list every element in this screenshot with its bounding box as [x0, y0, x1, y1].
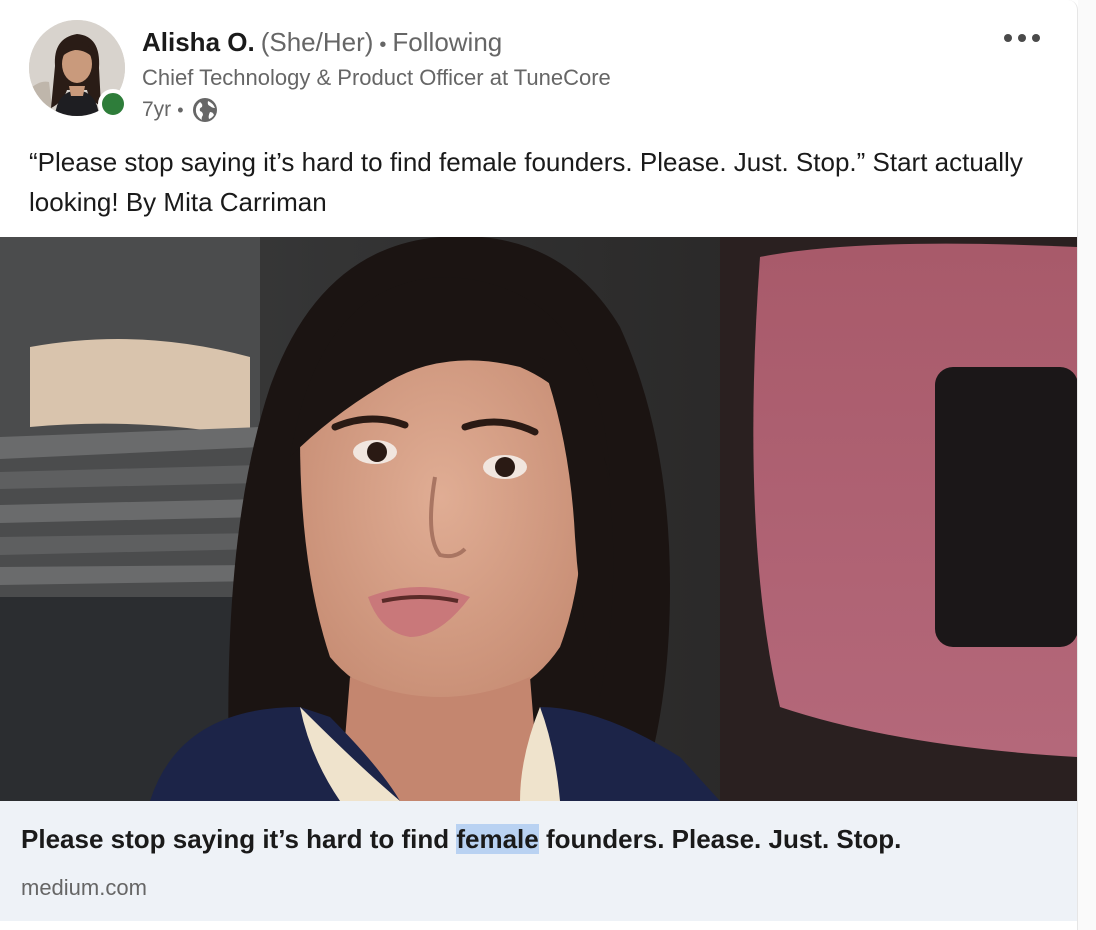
post-commentary: “Please stop saying it’s hard to find fe… — [29, 147, 1023, 217]
link-preview-title[interactable]: Please stop saying it’s hard to find fem… — [21, 819, 901, 859]
post-age[interactable]: 7yr — [142, 96, 171, 124]
online-status-badge — [98, 89, 128, 119]
link-preview-source: medium.com — [21, 875, 147, 900]
post-meta: 7yr • — [142, 96, 219, 124]
preview-photo — [0, 237, 1077, 801]
link-preview-footer[interactable]: Please stop saying it’s hard to find fem… — [0, 801, 1077, 921]
page-scroll-edge — [1078, 0, 1096, 930]
post-header: Alisha O. (She/Her) • Following Chief Techn… — [29, 20, 1059, 122]
more-options-button[interactable] — [992, 22, 1052, 54]
author-name-line: Alisha O. (She/Her) • Following — [142, 26, 502, 61]
globe-icon — [191, 96, 219, 124]
following-status: Following — [392, 27, 503, 57]
separator-dot: • — [177, 100, 184, 120]
selected-text-highlight: female — [456, 824, 539, 854]
author-headline: Chief Technology & Product Officer at Tu… — [142, 65, 611, 90]
separator-dot: • — [379, 34, 387, 56]
more-horizontal-icon — [1004, 34, 1012, 42]
link-preview-image[interactable] — [0, 237, 1077, 801]
author-pronouns: (She/Her) — [260, 27, 374, 57]
author-name[interactable]: Alisha O. — [142, 27, 255, 57]
feed-post-card: Alisha O. (She/Her) • Following Chief Techn… — [0, 0, 1078, 930]
